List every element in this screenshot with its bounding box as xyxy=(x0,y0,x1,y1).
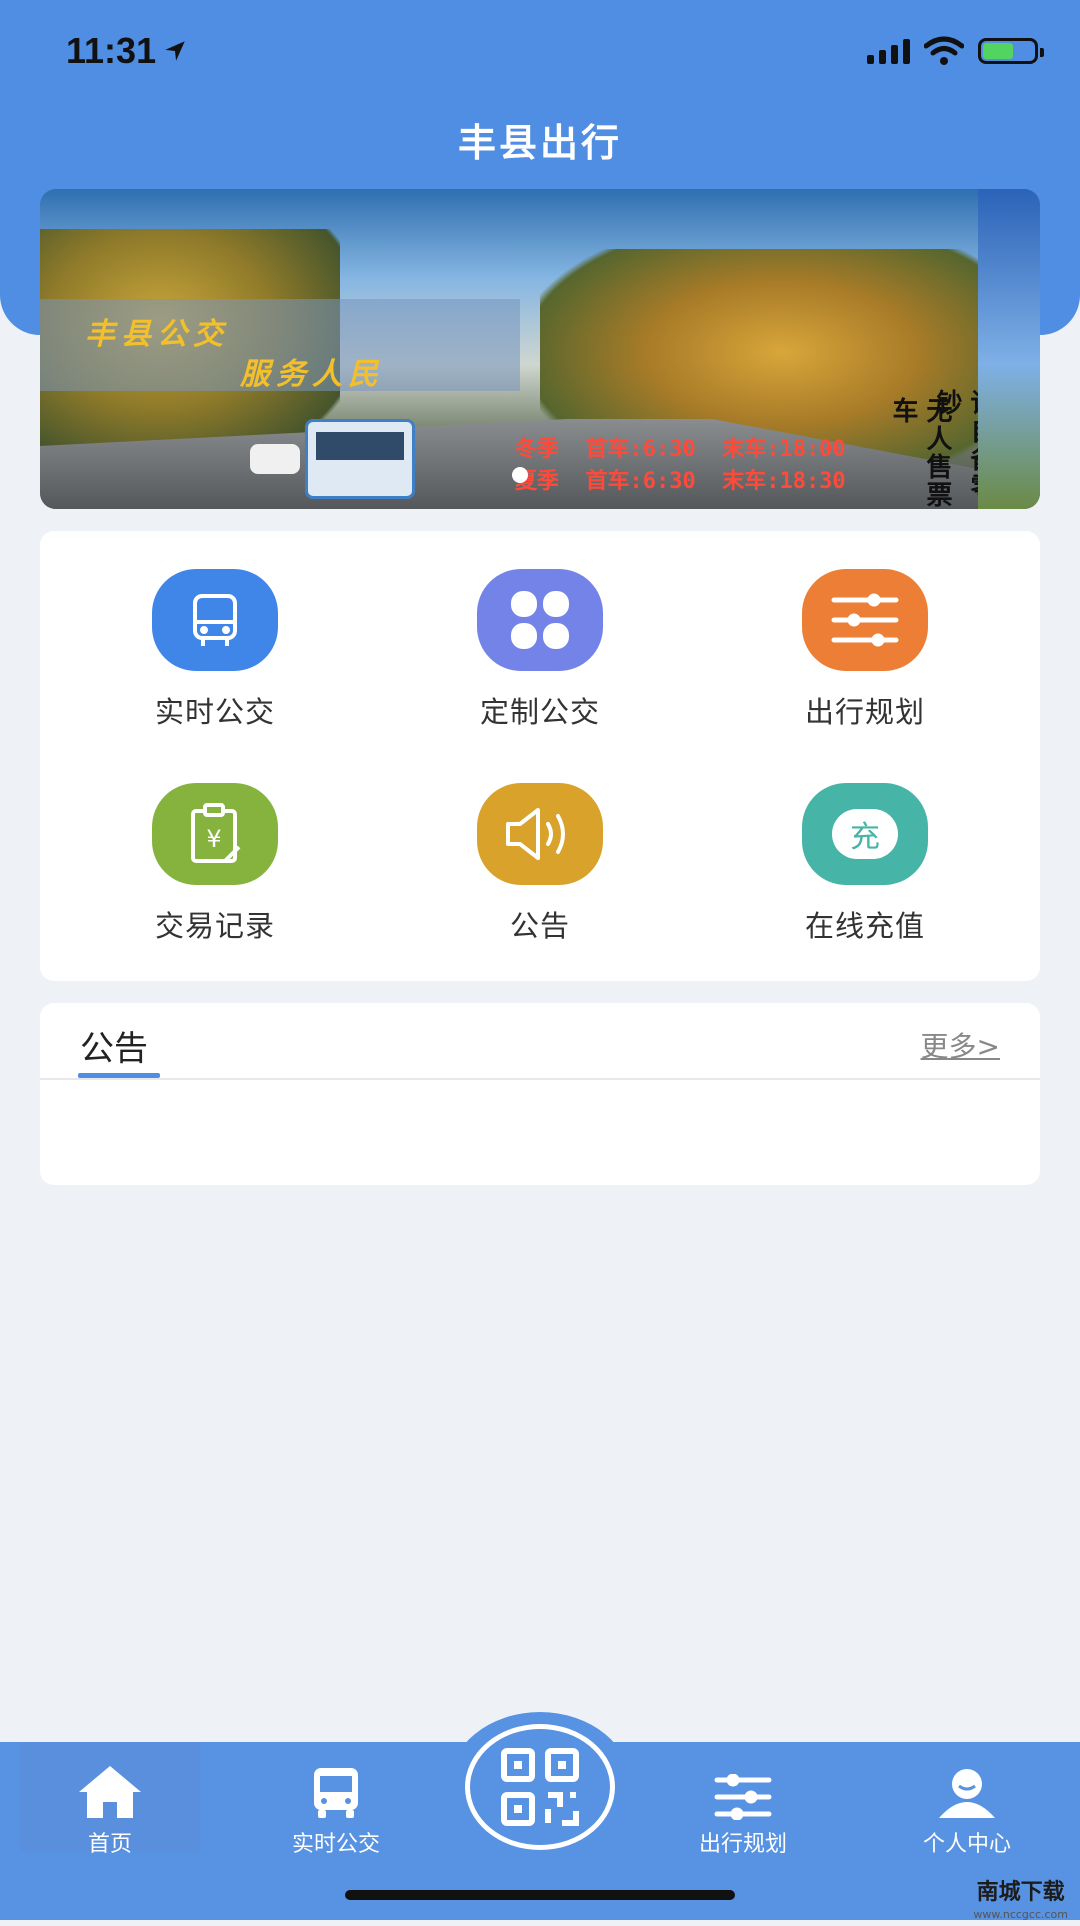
grid-item-custom-bus[interactable]: 定制公交 xyxy=(440,569,640,731)
grid-item-announcement[interactable]: 公告 xyxy=(440,783,640,945)
recharge-icon: 充 xyxy=(802,783,928,885)
status-time-text: 11:31 xyxy=(66,30,157,71)
signal-icon xyxy=(867,38,910,64)
location-arrow-icon xyxy=(165,41,185,61)
wifi-icon xyxy=(924,36,964,65)
banner-slogan-line2: 服务人民 xyxy=(240,357,384,392)
qr-code-icon xyxy=(501,1748,579,1826)
watermark: 南城下载 www.nccgcc.com xyxy=(973,1882,1068,1926)
tab-home[interactable]: 首页 xyxy=(20,1742,200,1857)
clover-icon xyxy=(477,569,603,671)
banner-schedule-summer: 夏季 首车:6:30 末车:18:30 xyxy=(515,469,846,494)
watermark-text: 南城下载 xyxy=(976,1880,1065,1905)
grid-item-trip-planning[interactable]: 出行规划 xyxy=(765,569,965,731)
grid-item-recharge[interactable]: 充 在线充值 xyxy=(765,783,965,945)
grid-item-realtime-bus[interactable]: 实时公交 xyxy=(115,569,315,731)
banner-bus xyxy=(305,419,415,499)
home-icon xyxy=(20,1756,200,1820)
scan-ring xyxy=(465,1724,615,1850)
banner-car xyxy=(250,444,300,474)
grid-label-recharge: 在线充值 xyxy=(804,909,925,943)
recharge-badge-text: 充 xyxy=(850,820,880,855)
grid-label-custom-bus: 定制公交 xyxy=(479,695,600,729)
receipt-icon: ¥ xyxy=(152,783,278,885)
bus-icon xyxy=(152,569,278,671)
banner-slogan-line1: 丰县公交 xyxy=(85,317,229,352)
tab-realtime-bus-label: 实时公交 xyxy=(291,1832,380,1857)
notice-panel: 公告 更多> xyxy=(40,1003,1040,1185)
user-icon xyxy=(877,1756,1057,1820)
tab-trip-planning-label: 出行规划 xyxy=(698,1832,787,1857)
grid-label-realtime-bus: 实时公交 xyxy=(154,695,275,729)
grid-label-trip-planning: 出行规划 xyxy=(804,695,925,729)
home-indicator xyxy=(345,1890,735,1900)
battery-icon xyxy=(978,38,1044,64)
tab-realtime-bus[interactable]: 实时公交 xyxy=(246,1742,426,1857)
grid-item-transactions[interactable]: ¥ 交易记录 xyxy=(115,783,315,945)
tab-profile[interactable]: 个人中心 xyxy=(877,1742,1057,1857)
page-title: 丰县出行 xyxy=(457,121,622,165)
sliders-icon xyxy=(653,1756,833,1820)
carousel-indicator-dot[interactable] xyxy=(512,467,528,483)
notice-more-link[interactable]: 更多> xyxy=(921,1025,1000,1065)
grid-label-transactions: 交易记录 xyxy=(154,909,275,943)
watermark-url: www.nccgcc.com xyxy=(973,1908,1068,1921)
sliders-icon xyxy=(802,569,928,671)
grid-label-announcement: 公告 xyxy=(509,909,570,943)
notice-divider xyxy=(40,1078,1040,1080)
scan-qr-button[interactable] xyxy=(448,1712,632,1862)
status-bar: 11:31 xyxy=(0,0,1080,105)
feature-grid: 实时公交 定制公交 出行规划 ¥ 交易记录 公告 充 在线充值 xyxy=(40,531,1040,981)
svg-text:¥: ¥ xyxy=(206,825,221,853)
speaker-icon xyxy=(477,783,603,885)
banner-carousel[interactable]: 丰县公交 服务人民 冬季 首车:6:30 末车:18:00 夏季 首车:6:30… xyxy=(40,189,1040,509)
bus-icon xyxy=(246,1756,426,1820)
status-indicators xyxy=(867,36,1044,66)
tab-home-label: 首页 xyxy=(87,1832,132,1857)
notice-title: 公告 xyxy=(80,1029,148,1069)
banner-next-slide-peek xyxy=(978,189,1040,509)
tab-trip-planning[interactable]: 出行规划 xyxy=(653,1742,833,1857)
status-time: 11:31 xyxy=(66,30,188,72)
tab-profile-label: 个人中心 xyxy=(922,1832,1011,1857)
banner-schedule-winter: 冬季 首车:6:30 末车:18:00 xyxy=(515,437,846,462)
